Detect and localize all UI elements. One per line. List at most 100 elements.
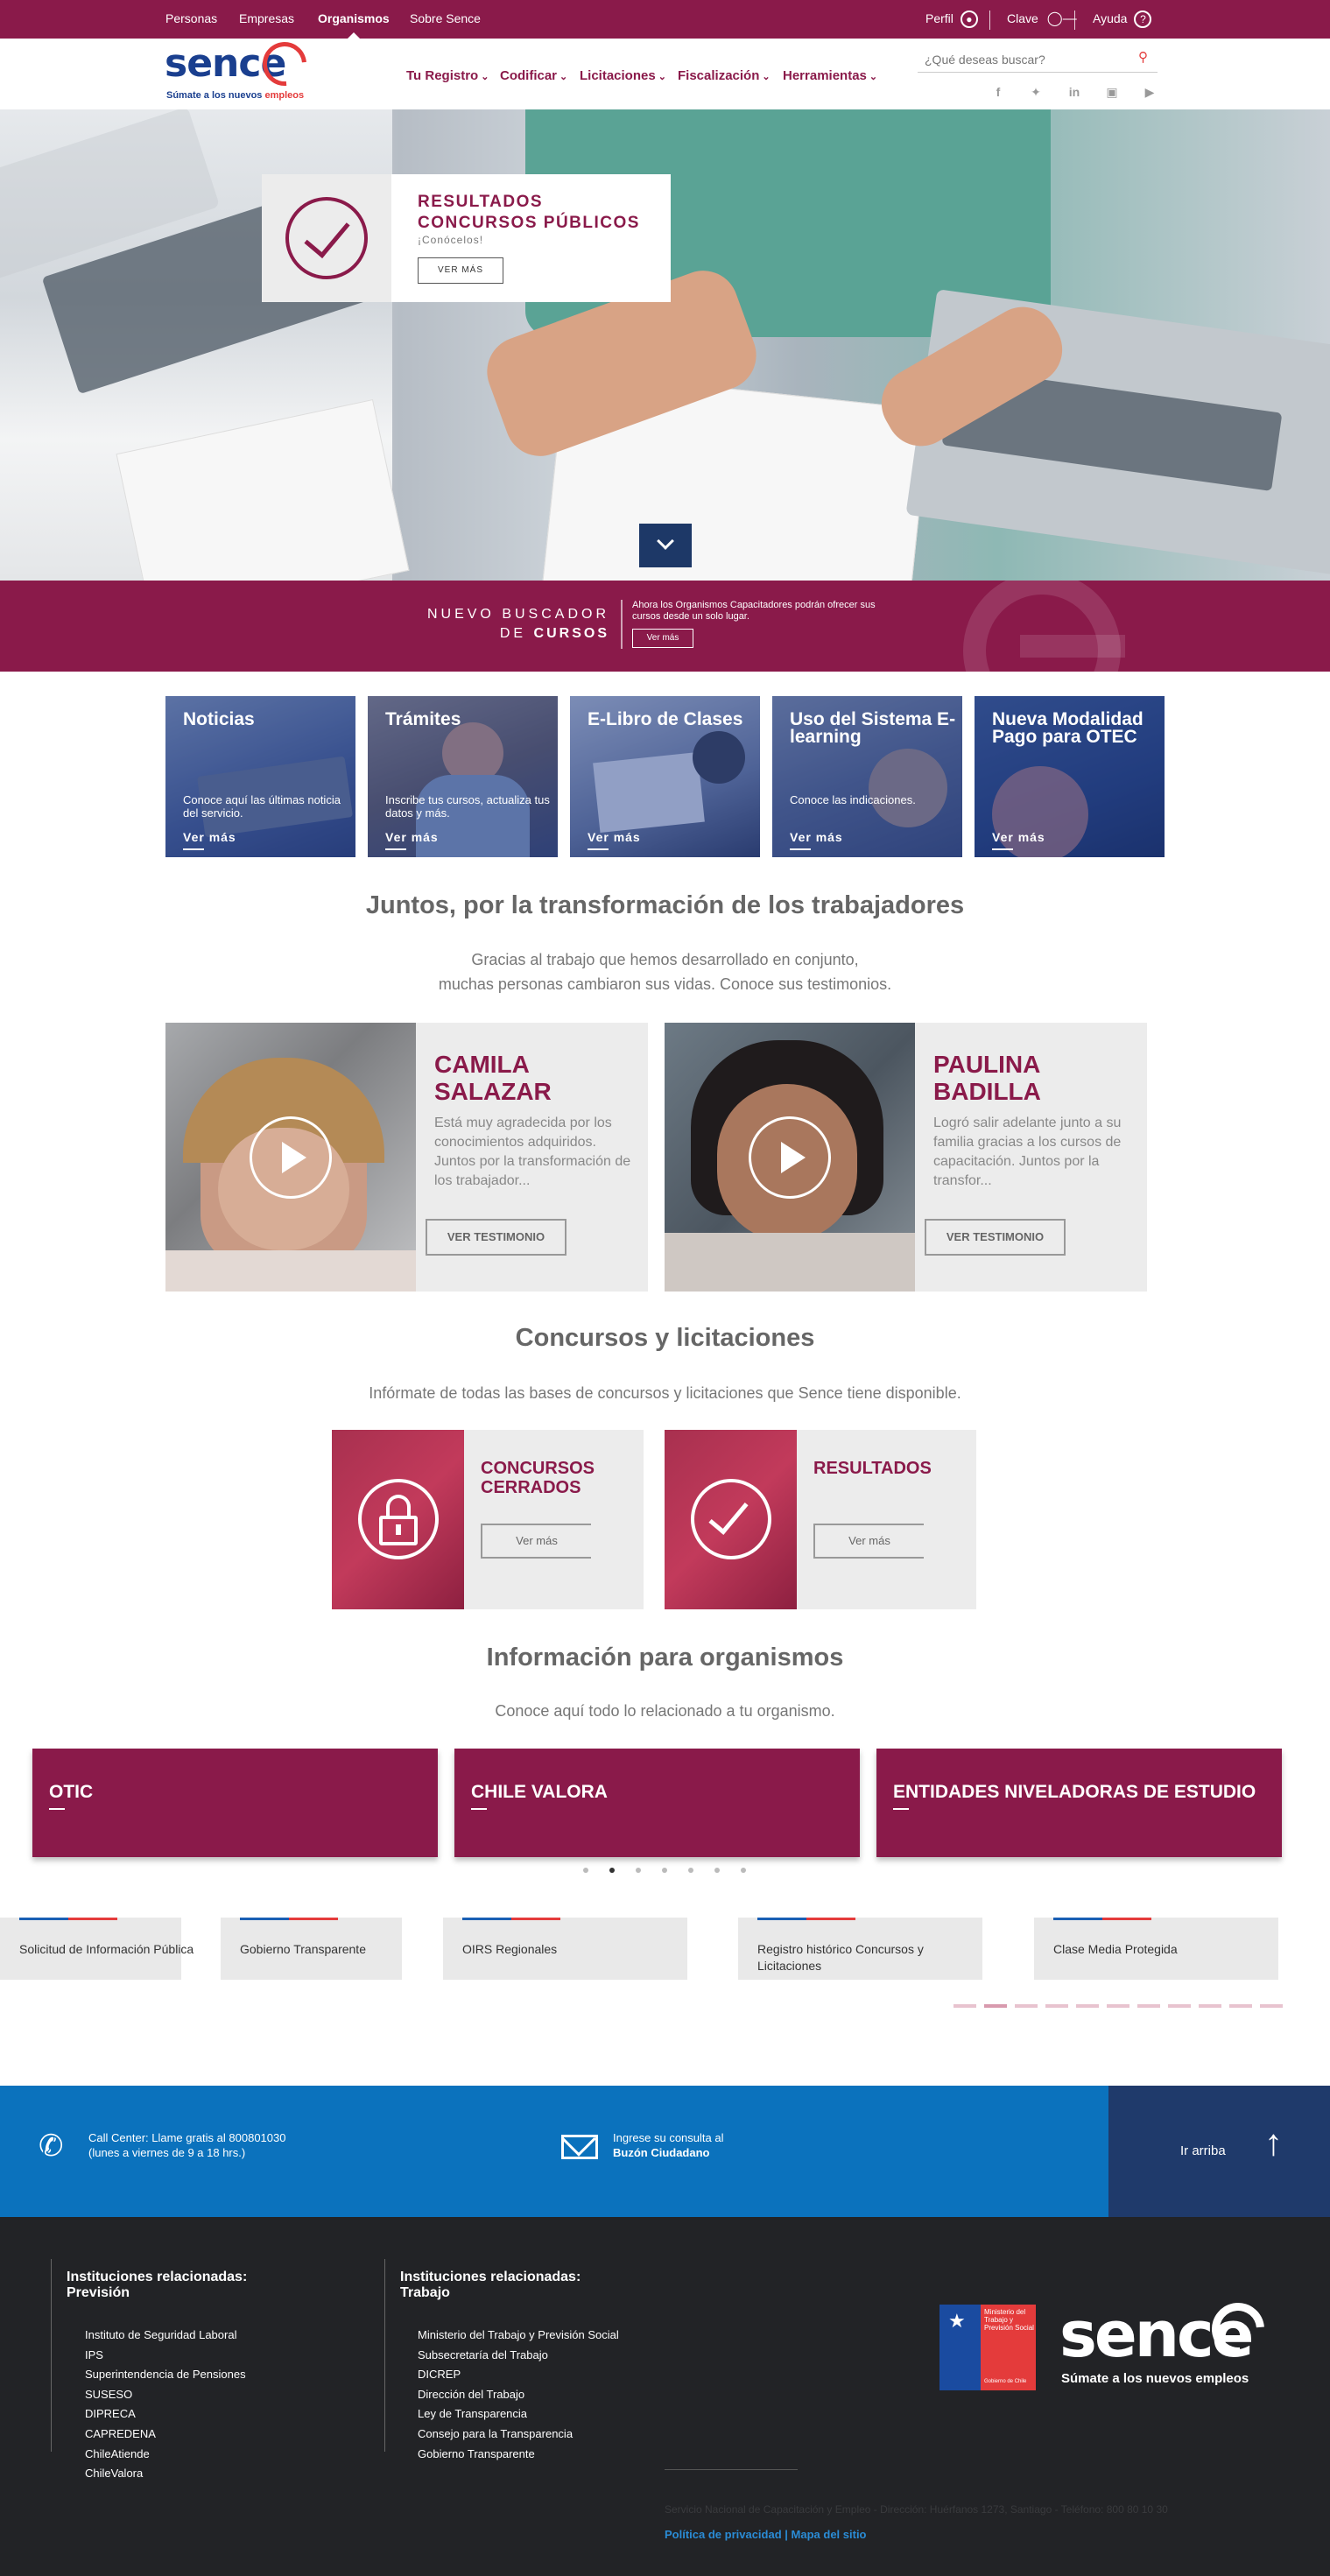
tile-e-learning[interactable]: Uso del Sistema E-learning Conoce las in… — [772, 696, 962, 857]
tile-tramites[interactable]: Trámites Inscribe tus cursos, actualiza … — [368, 696, 558, 857]
carousel-dot[interactable] — [741, 1868, 746, 1873]
gobierno-chile-logo: ★ Ministerio del Trabajo y Previsión Soc… — [939, 2305, 1036, 2390]
tile-noticias[interactable]: Noticias Conoce aquí las últimas noticia… — [165, 696, 355, 857]
topnav-empresas[interactable]: Empresas — [239, 0, 294, 39]
perfil-link[interactable]: Perfil ● — [925, 0, 978, 39]
link-card-registro-historico[interactable]: Registro histórico Concursos y Licitacio… — [738, 1918, 982, 1980]
concursos-cerrados-card[interactable]: CONCURSOS CERRADOS Ver más — [332, 1430, 644, 1609]
contact-band: ✆ Call Center: Llame gratis al 800801030… — [0, 2086, 1330, 2217]
facebook-icon[interactable]: f — [987, 81, 1010, 103]
footer-link[interactable]: DIPRECA — [85, 2407, 136, 2420]
topnav-sobre-sence[interactable]: Sobre Sence — [410, 0, 481, 39]
tile-more: Ver más — [183, 830, 236, 850]
promo-title: RESULTADOS CONCURSOS PÚBLICOS — [418, 193, 640, 232]
carousel-progress[interactable] — [1076, 2004, 1099, 2008]
carousel-dot-active[interactable] — [609, 1868, 615, 1873]
play-icon[interactable] — [749, 1116, 831, 1199]
carousel-dot[interactable] — [662, 1868, 667, 1873]
resultados-card[interactable]: RESULTADOS Ver más — [665, 1430, 976, 1609]
footer-link[interactable]: SUSESO — [85, 2388, 132, 2401]
check-circle-icon — [285, 197, 368, 279]
nav-fiscalizacion[interactable]: Fiscalización ⌄ — [678, 68, 771, 83]
nav-codificar[interactable]: Codificar ⌄ — [500, 68, 567, 83]
privacy-link[interactable]: Política de privacidad — [665, 2528, 782, 2541]
tile-nueva-modalidad[interactable]: Nueva Modalidad Pago para OTEC Ver más — [975, 696, 1165, 857]
link-card-oirs[interactable]: OIRS Regionales — [443, 1918, 687, 1980]
footer-link[interactable]: Superintendencia de Pensiones — [85, 2368, 246, 2381]
link-card-clase-media[interactable]: Clase Media Protegida — [1034, 1918, 1278, 1980]
mapa-sitio-link[interactable]: Mapa del sitio — [792, 2528, 867, 2541]
promo-ver-mas-button[interactable]: VER MÁS — [418, 257, 503, 284]
nav-herramientas[interactable]: Herramientas ⌄ — [783, 68, 877, 83]
footer-link[interactable]: ChileValora — [85, 2467, 143, 2480]
footer-link[interactable]: Dirección del Trabajo — [418, 2388, 524, 2401]
instagram-icon[interactable]: ▣ — [1101, 81, 1123, 103]
org-card-entidades[interactable]: ENTIDADES NIVELADORAS DE ESTUDIO — [876, 1749, 1282, 1857]
tile-e-libro[interactable]: E-Libro de Clases Ver más — [570, 696, 760, 857]
scroll-down-button[interactable] — [639, 524, 692, 567]
topnav-personas[interactable]: Personas — [165, 0, 217, 39]
buscador-ver-mas-button[interactable]: Ver más — [632, 629, 693, 648]
nav-licitaciones[interactable]: Licitaciones ⌄ — [580, 68, 666, 83]
testimonios-text: Gracias al trabajo que hemos desarrollad… — [438, 951, 892, 993]
tile-more: Ver más — [790, 830, 843, 850]
org-card-title: CHILE VALORA — [471, 1782, 608, 1810]
tile-text: Conoce las indicaciones. — [790, 793, 916, 806]
carousel-progress[interactable] — [1045, 2004, 1068, 2008]
tile-text: Conoce aquí las últimas noticia del serv… — [183, 793, 341, 820]
linkedin-icon[interactable]: in — [1063, 81, 1086, 103]
org-card-otic[interactable]: OTIC — [32, 1749, 438, 1857]
footer-link[interactable]: CAPREDENA — [85, 2427, 156, 2440]
tile-more: Ver más — [992, 830, 1045, 850]
topnav-organismos[interactable]: Organismos — [318, 0, 390, 39]
footer-link[interactable]: ChileAtiende — [85, 2447, 150, 2460]
carousel-dot[interactable] — [714, 1868, 720, 1873]
footer-link[interactable]: Consejo para la Transparencia — [418, 2427, 573, 2440]
resultados-ver-mas-button[interactable]: Ver más — [813, 1524, 924, 1559]
buscador-desc: Ahora los Organismos Capacitadores podrá… — [632, 600, 876, 622]
youtube-icon[interactable]: ▶ — [1138, 81, 1161, 103]
footer-link[interactable]: DICREP — [418, 2368, 461, 2381]
carousel-progress[interactable] — [1260, 2004, 1283, 2008]
carousel-progress[interactable] — [954, 2004, 976, 2008]
flag-stripe — [19, 1918, 117, 1920]
search-icon[interactable]: ⚲ — [1138, 49, 1148, 65]
chevron-down-icon: ⌄ — [869, 72, 878, 82]
footer-address: Servicio Nacional de Capacitación y Empl… — [665, 2503, 1168, 2516]
footer: Instituciones relacionadas: Previsión Ins… — [0, 2217, 1330, 2576]
footer-link[interactable]: IPS — [85, 2348, 103, 2361]
carousel-progress[interactable] — [1168, 2004, 1191, 2008]
ir-arriba-button[interactable]: Ir arriba ↑ — [1108, 2086, 1330, 2217]
perfil-label: Perfil — [925, 11, 954, 25]
clave-link[interactable]: Clave ◯— — [1007, 0, 1077, 39]
concursos-ver-mas-button[interactable]: Ver más — [481, 1524, 591, 1559]
carousel-progress[interactable] — [1137, 2004, 1160, 2008]
footer-link[interactable]: Ministerio del Trabajo y Previsión Socia… — [418, 2328, 619, 2341]
play-icon[interactable] — [250, 1116, 332, 1199]
carousel-progress-active[interactable] — [984, 2004, 1007, 2008]
nav-tu-registro[interactable]: Tu Registro ⌄ — [406, 68, 489, 83]
carousel-progress[interactable] — [1229, 2004, 1252, 2008]
footer-link[interactable]: Ley de Transparencia — [418, 2407, 527, 2420]
link-card-gobierno-transparente[interactable]: Gobierno Transparente — [221, 1918, 402, 1980]
search-input[interactable] — [918, 46, 1158, 73]
footer-link[interactable]: Instituto de Seguridad Laboral — [85, 2328, 236, 2341]
ayuda-link[interactable]: Ayuda? — [1093, 0, 1152, 39]
gob-label: Ministerio del Trabajo y Previsión Socia… — [984, 2308, 1034, 2332]
carousel-progress[interactable] — [1107, 2004, 1129, 2008]
twitter-icon[interactable]: ✦ — [1024, 81, 1047, 103]
carousel-dot[interactable] — [583, 1868, 588, 1873]
footer-tagline: Súmate a los nuevos empleos — [1061, 2371, 1249, 2386]
ver-testimonio-button[interactable]: VER TESTIMONIO — [426, 1219, 566, 1256]
buzon-ciudadano-link[interactable]: Ingrese su consulta al Buzón Ciudadano — [613, 2130, 723, 2160]
link-card-solicitud[interactable]: Solicitud de Información Pública — [0, 1918, 194, 1980]
carousel-progress[interactable] — [1015, 2004, 1038, 2008]
org-card-chile-valora[interactable]: CHILE VALORA — [454, 1749, 860, 1857]
carousel-progress[interactable] — [1199, 2004, 1221, 2008]
carousel-dot[interactable] — [688, 1868, 693, 1873]
ver-testimonio-button[interactable]: VER TESTIMONIO — [925, 1219, 1066, 1256]
footer-link[interactable]: Subsecretaría del Trabajo — [418, 2348, 548, 2361]
footer-col2-list: Ministerio del Trabajo y Previsión Socia… — [418, 2326, 619, 2464]
footer-link[interactable]: Gobierno Transparente — [418, 2447, 535, 2460]
carousel-dot[interactable] — [636, 1868, 641, 1873]
